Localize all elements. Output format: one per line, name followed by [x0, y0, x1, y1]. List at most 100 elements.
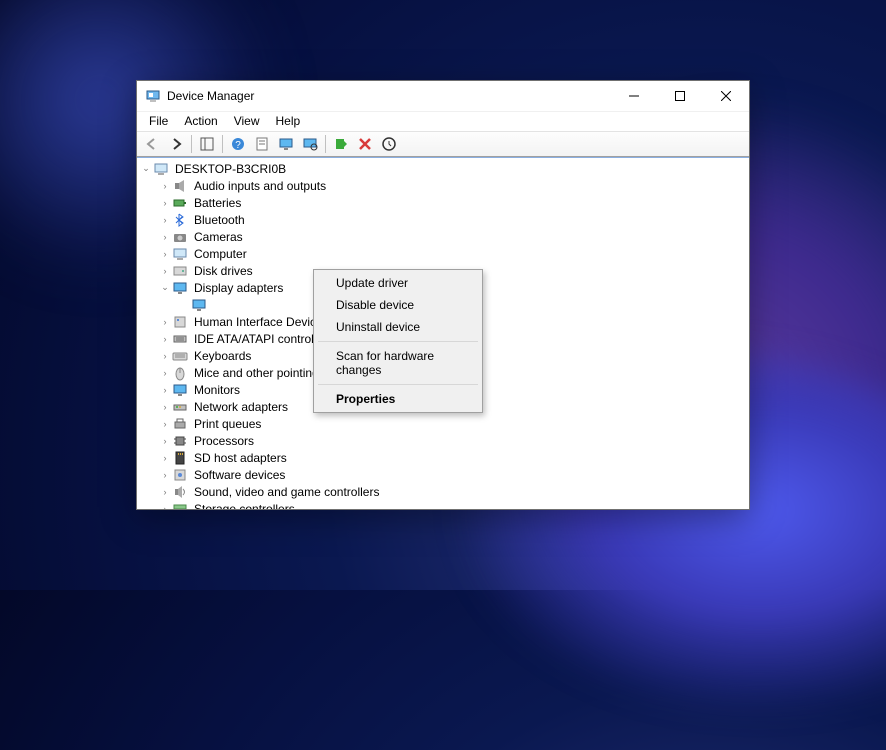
chevron-right-icon[interactable]: ›	[158, 417, 172, 431]
computer-icon	[172, 246, 188, 262]
hid-icon	[172, 314, 188, 330]
tree-root-label: DESKTOP-B3CRI0B	[173, 162, 288, 176]
context-menu-item[interactable]: Uninstall device	[316, 316, 480, 338]
minimize-button[interactable]	[611, 81, 657, 111]
tree-node[interactable]: › Bluetooth	[158, 211, 749, 228]
tree-node-label: Disk drives	[192, 264, 255, 278]
tree-node-label: Batteries	[192, 196, 243, 210]
chevron-right-icon[interactable]: ›	[158, 366, 172, 380]
display-icon	[172, 280, 188, 296]
chevron-right-icon[interactable]: ›	[158, 502, 172, 510]
context-menu-item[interactable]: Properties	[316, 388, 480, 410]
help-icon[interactable]: ?	[227, 133, 249, 155]
menu-file[interactable]: File	[141, 112, 176, 131]
chevron-right-icon[interactable]: ›	[158, 434, 172, 448]
tree-root[interactable]: ⌄ DESKTOP-B3CRI0B	[139, 160, 749, 177]
tree-node[interactable]: › Computer	[158, 245, 749, 262]
tree-node-label: Print queues	[192, 417, 263, 431]
menu-view[interactable]: View	[226, 112, 268, 131]
toolbar: ?	[137, 131, 749, 157]
titlebar[interactable]: Device Manager	[137, 81, 749, 111]
chevron-right-icon[interactable]: ›	[158, 230, 172, 244]
tree-node-label: Keyboards	[192, 349, 253, 363]
update-driver-icon[interactable]	[378, 133, 400, 155]
chevron-right-icon[interactable]: ›	[158, 468, 172, 482]
speaker-icon	[172, 178, 188, 194]
chevron-right-icon[interactable]: ›	[158, 400, 172, 414]
mouse-icon	[172, 365, 188, 381]
tree-node-label: Monitors	[192, 383, 242, 397]
chevron-down-icon[interactable]: ⌄	[158, 281, 172, 295]
printer-icon	[172, 416, 188, 432]
tree-node-label: Storage controllers	[192, 502, 297, 510]
app-icon	[145, 88, 161, 104]
computer-root-icon	[153, 161, 169, 177]
chevron-right-icon[interactable]: ›	[158, 196, 172, 210]
tree-node[interactable]: ›Software devices	[158, 466, 749, 483]
tree-node-label: SD host adapters	[192, 451, 289, 465]
context-menu-separator	[318, 384, 478, 385]
tree-node-label: Display adapters	[192, 281, 285, 295]
chevron-down-icon[interactable]: ⌄	[139, 162, 153, 176]
display-icon	[191, 297, 207, 313]
tree-node[interactable]: › Cameras	[158, 228, 749, 245]
uninstall-icon[interactable]	[354, 133, 376, 155]
enable-device-icon[interactable]	[330, 133, 352, 155]
menu-help[interactable]: Help	[268, 112, 309, 131]
chevron-right-icon[interactable]: ›	[158, 315, 172, 329]
forward-arrow-icon[interactable]	[165, 133, 187, 155]
chevron-right-icon[interactable]: ›	[158, 383, 172, 397]
chevron-right-icon[interactable]: ›	[158, 179, 172, 193]
software-icon	[172, 467, 188, 483]
context-menu-separator	[318, 341, 478, 342]
tree-node-label: Audio inputs and outputs	[192, 179, 328, 193]
context-menu-item[interactable]: Disable device	[316, 294, 480, 316]
chevron-right-icon[interactable]: ›	[158, 332, 172, 346]
tree-node-label: Bluetooth	[192, 213, 247, 227]
chevron-right-icon[interactable]: ›	[158, 264, 172, 278]
tree-node[interactable]: › Batteries	[158, 194, 749, 211]
tree-node[interactable]: › SD host adapters	[158, 449, 749, 466]
context-menu-item[interactable]: Update driver	[316, 272, 480, 294]
ide-icon	[172, 331, 188, 347]
monitor-icon[interactable]	[275, 133, 297, 155]
properties-icon[interactable]	[251, 133, 273, 155]
network-icon	[172, 399, 188, 415]
tree-node-label: Sound, video and game controllers	[192, 485, 381, 499]
chevron-right-icon[interactable]: ›	[158, 485, 172, 499]
show-hide-tree-icon[interactable]	[196, 133, 218, 155]
sd-icon	[172, 450, 188, 466]
context-menu-item[interactable]: Scan for hardware changes	[316, 345, 480, 381]
chevron-right-icon[interactable]: ›	[158, 213, 172, 227]
menu-action[interactable]: Action	[176, 112, 225, 131]
tree-node-label: Cameras	[192, 230, 245, 244]
disk-icon	[172, 263, 188, 279]
tree-node[interactable]: › Print queues	[158, 415, 749, 432]
tree-node[interactable]: › Storage controllers	[158, 500, 749, 509]
window-title: Device Manager	[167, 89, 611, 103]
context-menu: Update driverDisable deviceUninstall dev…	[313, 269, 483, 413]
tree-node[interactable]: › Audio inputs and outputs	[158, 177, 749, 194]
tree-node-label: Computer	[192, 247, 249, 261]
scan-hardware-icon[interactable]	[299, 133, 321, 155]
tree-node-label: Processors	[192, 434, 256, 448]
chevron-right-icon[interactable]: ›	[158, 349, 172, 363]
monitor-device-icon	[172, 382, 188, 398]
menubar: File Action View Help	[137, 111, 749, 131]
camera-icon	[172, 229, 188, 245]
battery-icon	[172, 195, 188, 211]
storage-icon	[172, 501, 188, 510]
window-controls	[611, 81, 749, 111]
sound-icon	[172, 484, 188, 500]
back-arrow-icon[interactable]	[141, 133, 163, 155]
svg-text:?: ?	[235, 140, 241, 151]
chevron-right-icon[interactable]: ›	[158, 451, 172, 465]
tree-node[interactable]: › Processors	[158, 432, 749, 449]
maximize-button[interactable]	[657, 81, 703, 111]
tree-node-label: Network adapters	[192, 400, 290, 414]
tree-node[interactable]: › Sound, video and game controllers	[158, 483, 749, 500]
chevron-right-icon[interactable]: ›	[158, 247, 172, 261]
close-button[interactable]	[703, 81, 749, 111]
tree-node-label: Human Interface Devices	[192, 315, 331, 329]
cpu-icon	[172, 433, 188, 449]
